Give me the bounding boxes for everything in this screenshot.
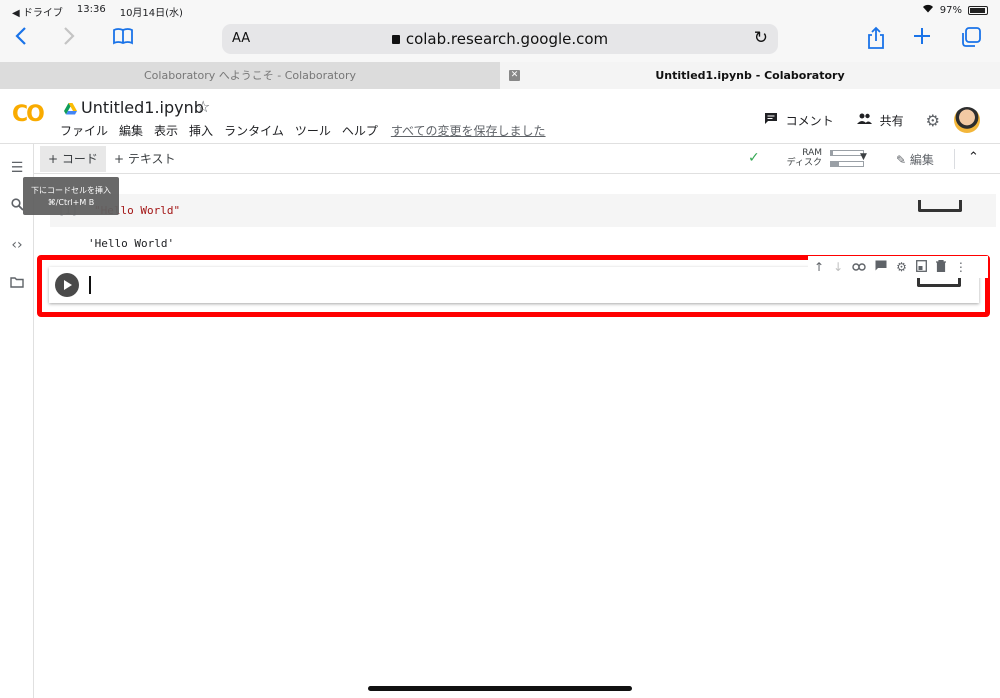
share-button[interactable]: 共有 (856, 112, 904, 129)
google-drive-icon[interactable] (64, 100, 77, 115)
move-up-arrow-icon[interactable]: ↑ (814, 260, 824, 274)
reload-icon[interactable]: ↻ (754, 28, 768, 48)
menu-file[interactable]: ファイル (60, 122, 108, 139)
url-text: colab.research.google.com (405, 30, 609, 48)
connected-check-icon: ✓ (748, 150, 760, 166)
tooltip-text: 下にコードセルを挿入 (31, 186, 111, 195)
disk-usage-bar (830, 161, 864, 167)
edit-mode-button[interactable]: ✎ 編集 (896, 151, 934, 168)
tab-label: Colaboratory へようこそ - Colaboratory (144, 69, 356, 82)
close-tab-icon[interactable]: ✕ (509, 70, 520, 81)
tabs-overview-icon[interactable] (960, 26, 982, 56)
delete-trash-icon[interactable] (935, 259, 946, 275)
toolbar-divider (954, 149, 955, 169)
ios-status-bar: ◀ ドライブ 13:36 10月14日(水) 97% (0, 0, 1000, 20)
colab-logo[interactable]: CO (12, 102, 45, 127)
collapse-header-chevron-icon[interactable]: ⌃ (968, 150, 979, 165)
comment-label: コメント (785, 113, 834, 128)
code-cell[interactable]: [1] "Hello World" (50, 194, 996, 227)
safari-toolbar: AA colab.research.google.com ↻ (0, 20, 1000, 62)
tab-label: Untitled1.ipynb - Colaboratory (655, 69, 845, 82)
back-to-app-link[interactable]: ◀ ドライブ (12, 4, 63, 19)
battery-icon (968, 5, 988, 15)
folder-icon[interactable] (9, 276, 25, 292)
wifi-icon (922, 4, 934, 16)
back-arrow-icon[interactable] (14, 26, 28, 54)
ram-label: RAM (802, 148, 822, 158)
comment-icon (764, 112, 778, 129)
home-indicator[interactable] (368, 686, 632, 691)
left-sidebar-rail: ☰ ‹› (0, 144, 34, 698)
mirror-cell-icon[interactable] (915, 259, 927, 275)
address-bar[interactable]: AA colab.research.google.com ↻ (222, 24, 778, 54)
cell-settings-gear-icon[interactable]: ⚙ (896, 260, 907, 274)
menu-view[interactable]: 表示 (154, 122, 178, 139)
pencil-icon: ✎ (896, 153, 907, 167)
table-of-contents-icon[interactable]: ☰ (9, 160, 25, 176)
tab-untitled1[interactable]: ✕ Untitled1.ipynb - Colaboratory (500, 62, 1000, 89)
browser-tabs: Colaboratory へようこそ - Colaboratory ✕ Unti… (0, 62, 1000, 89)
link-icon[interactable] (852, 260, 866, 274)
people-icon (856, 113, 872, 128)
disk-label: ディスク (786, 158, 822, 168)
share-label: 共有 (879, 113, 904, 128)
comment-button[interactable]: コメント (764, 112, 834, 129)
runtime-dropdown-chevron-icon[interactable]: ▼ (860, 152, 867, 162)
battery-percent: 97% (939, 4, 962, 16)
avatar[interactable] (954, 107, 980, 133)
settings-gear-icon[interactable]: ⚙ (926, 111, 940, 130)
code-snippets-icon[interactable]: ‹› (9, 237, 25, 253)
cell-action-toolbar: ↑ ↓ ⚙ ⋮ (808, 256, 988, 278)
notebook-title[interactable]: Untitled1.ipynb (81, 98, 204, 117)
colab-header: CO Untitled1.ipynb ☆ ファイル 編集 表示 挿入 ランタイム… (0, 89, 1000, 144)
save-status-link[interactable]: すべての変更を保存しました (391, 122, 546, 139)
add-text-cell-button[interactable]: + テキスト (106, 146, 184, 172)
menu-edit[interactable]: 編集 (119, 122, 143, 139)
edit-label: 編集 (909, 153, 934, 167)
comment-icon[interactable] (875, 260, 887, 274)
resource-monitor[interactable]: ✓ RAM ディスク (748, 147, 888, 171)
menu-tools[interactable]: ツール (295, 122, 331, 139)
ram-usage-bar (830, 150, 864, 156)
menu-bar: ファイル 編集 表示 挿入 ランタイム ツール ヘルプ すべての変更を保存しまし… (60, 122, 546, 139)
more-options-icon[interactable]: ⋮ (955, 260, 967, 274)
keyboard-icon (918, 200, 962, 212)
share-icon[interactable] (866, 26, 886, 58)
move-down-arrow-icon[interactable]: ↓ (833, 260, 843, 274)
status-date: 10月14日(水) (119, 8, 183, 19)
cell-toolbar: + コード + テキスト ✓ RAM ディスク ▼ ✎ 編集 ⌃ (34, 144, 1000, 174)
bookmarks-book-icon[interactable] (112, 26, 134, 54)
cell-output: 'Hello World' (88, 237, 175, 250)
insert-code-tooltip: 下にコードセルを挿入 ⌘/Ctrl+M B (23, 177, 119, 215)
star-icon[interactable]: ☆ (196, 97, 210, 116)
status-time: 13:36 (76, 4, 106, 15)
menu-help[interactable]: ヘルプ (342, 122, 378, 139)
add-code-cell-button[interactable]: + コード (40, 146, 106, 172)
run-cell-button[interactable] (55, 273, 79, 297)
tooltip-shortcut: ⌘/Ctrl+M B (47, 198, 95, 207)
text-cursor (89, 276, 91, 294)
forward-arrow-icon[interactable] (62, 26, 76, 54)
tab-colab-welcome[interactable]: Colaboratory へようこそ - Colaboratory (0, 62, 500, 89)
menu-insert[interactable]: 挿入 (189, 122, 213, 139)
menu-runtime[interactable]: ランタイム (224, 122, 284, 139)
new-tab-plus-icon[interactable] (912, 26, 932, 54)
lock-icon (391, 35, 400, 44)
